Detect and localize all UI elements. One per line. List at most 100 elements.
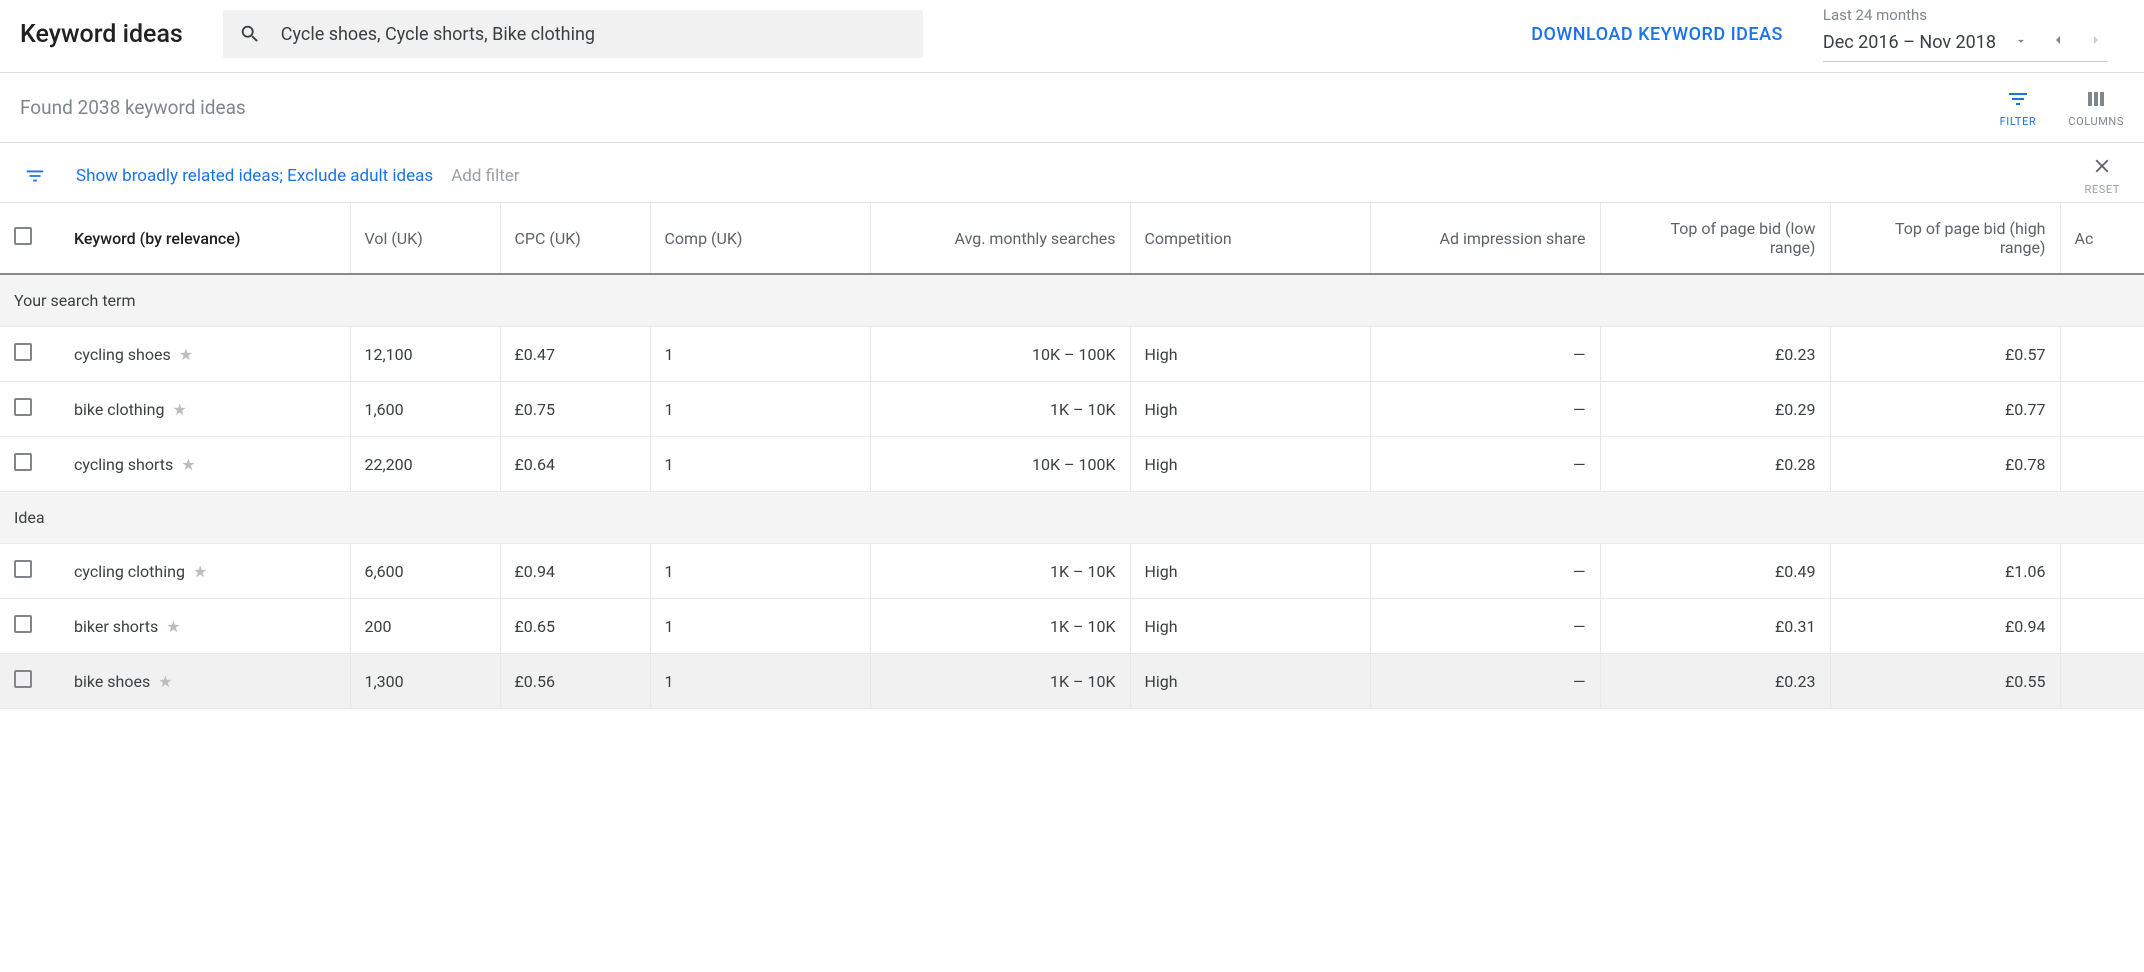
ad-share-cell: — <box>1370 437 1600 492</box>
bid-high-cell: £0.57 <box>1830 327 2060 382</box>
keyword-cell: bike clothing★ <box>60 382 350 437</box>
table-row[interactable]: biker shorts★200£0.6511K – 10KHigh—£0.31… <box>0 599 2144 654</box>
table-section-row: Idea <box>0 492 2144 544</box>
bid-high-cell: £1.06 <box>1830 544 2060 599</box>
competition-cell: High <box>1130 382 1370 437</box>
vol-cell: 1,600 <box>350 382 500 437</box>
date-range-value: Dec 2016 – Nov 2018 <box>1823 32 1996 53</box>
vol-cell: 22,200 <box>350 437 500 492</box>
avg-cell: 1K – 10K <box>870 654 1130 709</box>
competition-cell: High <box>1130 327 1370 382</box>
avg-cell: 10K – 100K <box>870 437 1130 492</box>
cpc-cell: £0.65 <box>500 599 650 654</box>
found-bar: Found 2038 keyword ideas FILTER COLUMNS <box>0 73 2144 143</box>
chevron-down-icon[interactable] <box>2010 28 2032 57</box>
keyword-table: Keyword (by relevance) Vol (UK) CPC (UK)… <box>0 203 2144 709</box>
star-icon[interactable]: ★ <box>158 672 172 691</box>
funnel-icon <box>24 165 46 187</box>
ad-share-cell: — <box>1370 382 1600 437</box>
bid-high-cell: £0.77 <box>1830 382 2060 437</box>
ad-share-cell: — <box>1370 544 1600 599</box>
ad-share-cell: — <box>1370 654 1600 709</box>
table-section-row: Your search term <box>0 274 2144 327</box>
bid-low-cell: £0.31 <box>1600 599 1830 654</box>
date-next-button[interactable] <box>2084 28 2108 57</box>
columns-button[interactable]: COLUMNS <box>2068 87 2124 128</box>
col-comp1[interactable]: Comp (UK) <box>650 203 870 274</box>
star-icon[interactable]: ★ <box>179 345 193 364</box>
ad-share-cell: — <box>1370 327 1600 382</box>
add-filter-button[interactable]: Add filter <box>451 166 519 186</box>
bid-low-cell: £0.49 <box>1600 544 1830 599</box>
close-icon[interactable] <box>2091 155 2113 181</box>
search-input[interactable]: Cycle shoes, Cycle shorts, Bike clothing <box>223 10 923 58</box>
row-checkbox[interactable] <box>14 670 32 688</box>
filter-label: FILTER <box>2000 115 2037 128</box>
cpc-cell: £0.56 <box>500 654 650 709</box>
comp1-cell: 1 <box>650 437 870 492</box>
applied-filters-text[interactable]: Show broadly related ideas; Exclude adul… <box>76 166 433 186</box>
comp1-cell: 1 <box>650 654 870 709</box>
table-row[interactable]: cycling clothing★6,600£0.9411K – 10KHigh… <box>0 544 2144 599</box>
star-icon[interactable]: ★ <box>181 455 195 474</box>
col-bid-high[interactable]: Top of page bid (highrange) <box>1830 203 2060 274</box>
filter-button[interactable]: FILTER <box>2000 87 2037 128</box>
col-account[interactable]: Ac <box>2060 203 2144 274</box>
row-checkbox[interactable] <box>14 398 32 416</box>
col-vol[interactable]: Vol (UK) <box>350 203 500 274</box>
cpc-cell: £0.75 <box>500 382 650 437</box>
comp1-cell: 1 <box>650 327 870 382</box>
comp1-cell: 1 <box>650 544 870 599</box>
row-checkbox[interactable] <box>14 343 32 361</box>
select-all-checkbox[interactable] <box>14 227 32 245</box>
columns-icon <box>2084 87 2108 111</box>
account-cell <box>2060 599 2144 654</box>
row-checkbox[interactable] <box>14 560 32 578</box>
col-keyword[interactable]: Keyword (by relevance) <box>60 203 350 274</box>
avg-cell: 1K – 10K <box>870 599 1130 654</box>
vol-cell: 6,600 <box>350 544 500 599</box>
found-count-text: Found 2038 keyword ideas <box>20 96 246 119</box>
ad-share-cell: — <box>1370 599 1600 654</box>
star-icon[interactable]: ★ <box>193 562 207 581</box>
table-row[interactable]: cycling shorts★22,200£0.64110K – 100KHig… <box>0 437 2144 492</box>
col-ad-share[interactable]: Ad impression share <box>1370 203 1600 274</box>
account-cell <box>2060 544 2144 599</box>
reset-label: RESET <box>2085 183 2120 196</box>
date-range-picker[interactable]: Last 24 months Dec 2016 – Nov 2018 <box>1823 6 2108 62</box>
download-keyword-ideas-button[interactable]: DOWNLOAD KEYWORD IDEAS <box>1531 24 1783 45</box>
table-row[interactable]: bike clothing★1,600£0.7511K – 10KHigh—£0… <box>0 382 2144 437</box>
search-icon <box>239 23 261 45</box>
col-bid-low[interactable]: Top of page bid (lowrange) <box>1600 203 1830 274</box>
comp1-cell: 1 <box>650 382 870 437</box>
col-avg[interactable]: Avg. monthly searches <box>870 203 1130 274</box>
row-checkbox[interactable] <box>14 453 32 471</box>
avg-cell: 1K – 10K <box>870 382 1130 437</box>
competition-cell: High <box>1130 599 1370 654</box>
bid-low-cell: £0.23 <box>1600 654 1830 709</box>
table-row[interactable]: cycling shoes★12,100£0.47110K – 100KHigh… <box>0 327 2144 382</box>
filter-icon <box>2006 87 2030 111</box>
header-bar: Keyword ideas Cycle shoes, Cycle shorts,… <box>0 0 2144 73</box>
date-prev-button[interactable] <box>2046 28 2070 57</box>
bid-low-cell: £0.29 <box>1600 382 1830 437</box>
table-header-row: Keyword (by relevance) Vol (UK) CPC (UK)… <box>0 203 2144 274</box>
search-text: Cycle shoes, Cycle shorts, Bike clothing <box>281 24 595 45</box>
competition-cell: High <box>1130 654 1370 709</box>
bid-low-cell: £0.23 <box>1600 327 1830 382</box>
bid-high-cell: £0.94 <box>1830 599 2060 654</box>
competition-cell: High <box>1130 544 1370 599</box>
keyword-cell: bike shoes★ <box>60 654 350 709</box>
col-cpc[interactable]: CPC (UK) <box>500 203 650 274</box>
star-icon[interactable]: ★ <box>172 400 186 419</box>
avg-cell: 1K – 10K <box>870 544 1130 599</box>
col-competition[interactable]: Competition <box>1130 203 1370 274</box>
row-checkbox[interactable] <box>14 615 32 633</box>
table-row[interactable]: bike shoes★1,300£0.5611K – 10KHigh—£0.23… <box>0 654 2144 709</box>
cpc-cell: £0.47 <box>500 327 650 382</box>
columns-label: COLUMNS <box>2068 115 2124 128</box>
account-cell <box>2060 382 2144 437</box>
star-icon[interactable]: ★ <box>166 617 180 636</box>
cpc-cell: £0.94 <box>500 544 650 599</box>
keyword-cell: biker shorts★ <box>60 599 350 654</box>
